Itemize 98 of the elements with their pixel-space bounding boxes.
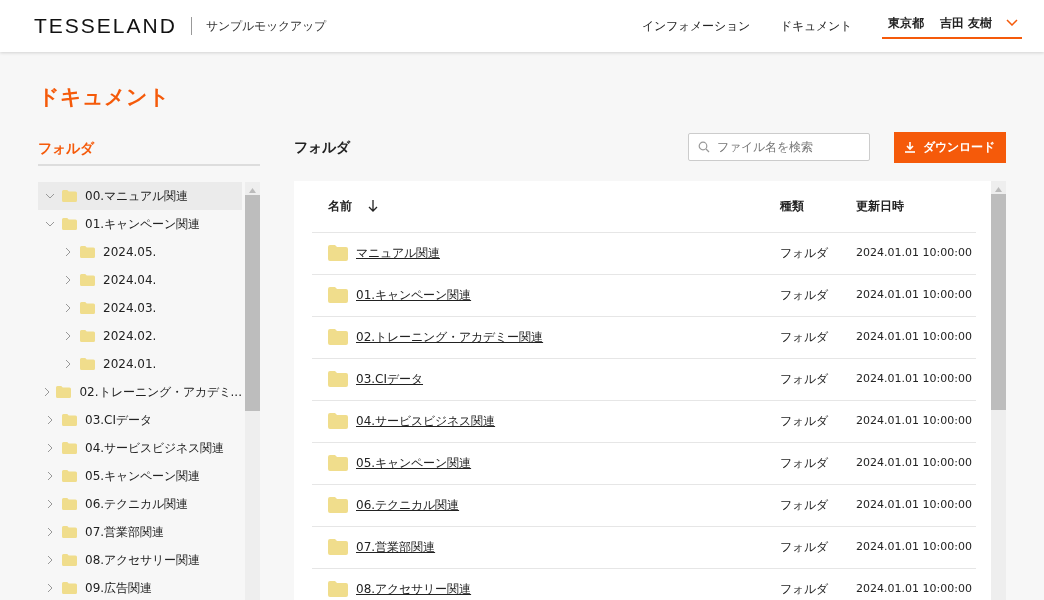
folder-icon xyxy=(328,539,348,555)
table-cell-text: 2024.01.01 10:00:00 xyxy=(856,580,973,597)
table-cell-text: フォルダ xyxy=(780,245,829,262)
folder-icon xyxy=(62,582,77,594)
chevron-right-icon[interactable] xyxy=(47,554,53,565)
tree-item[interactable]: 02.トレーニング・アカデミ... xyxy=(38,377,242,406)
folder-link[interactable]: マニュアル関連 xyxy=(356,244,440,262)
folder-icon xyxy=(62,442,77,454)
search-field[interactable]: ファイル名を検索 xyxy=(688,133,870,161)
table-cell-text: フォルダ xyxy=(780,371,829,388)
folder-icon xyxy=(80,274,95,286)
table-cell-text: フォルダ xyxy=(780,539,829,556)
tree-item[interactable]: 2024.03. xyxy=(38,293,242,322)
table-cell-text: フォルダ xyxy=(780,497,829,514)
table-cell-text: 2024.01.01 10:00:00 xyxy=(856,286,973,303)
tree-item[interactable]: 2024.01. xyxy=(38,349,242,378)
table-cell-text: フォルダ xyxy=(780,329,829,346)
chevron-right-icon[interactable] xyxy=(47,582,53,593)
folder-icon xyxy=(328,581,348,597)
folder-icon xyxy=(62,526,77,538)
site-subtitle: サンプルモックアップ xyxy=(190,17,326,35)
content-title: フォルダ xyxy=(294,137,350,157)
folder-icon xyxy=(328,287,348,303)
column-header[interactable]: 名前 xyxy=(328,197,352,215)
table-cell-text: フォルダ xyxy=(780,581,829,598)
chevron-right-icon[interactable] xyxy=(47,526,53,537)
logo[interactable]: TESSELAND xyxy=(34,10,177,42)
page-title: ドキュメント xyxy=(38,84,171,111)
folder-icon xyxy=(328,413,348,429)
chevron-right-icon[interactable] xyxy=(44,386,51,397)
folder-icon xyxy=(328,497,348,513)
chevron-right-icon[interactable] xyxy=(47,498,53,509)
table-cell-text: フォルダ xyxy=(780,455,829,472)
folder-icon xyxy=(328,245,348,261)
tree-item[interactable]: 05.キャンペーン関連 xyxy=(38,461,242,490)
table-cell-text: 2024.01.01 10:00:00 xyxy=(856,244,973,261)
download-icon xyxy=(905,141,915,153)
folder-link[interactable]: 06.テクニカル関連 xyxy=(356,496,460,514)
chevron-down-icon xyxy=(1006,19,1018,26)
folder-icon xyxy=(80,302,95,314)
sidebar-title: フォルダ xyxy=(38,131,260,166)
table-cell-text: フォルダ xyxy=(780,287,829,304)
folder-icon xyxy=(56,386,72,398)
chevron-right-icon[interactable] xyxy=(65,246,71,257)
chevron-right-icon[interactable] xyxy=(47,414,53,425)
sort-arrow-icon[interactable] xyxy=(368,200,378,212)
folder-icon xyxy=(80,358,95,370)
user-menu[interactable]: 東京都 吉田 友樹 xyxy=(881,13,1022,39)
folder-link[interactable]: 05.キャンペーン関連 xyxy=(356,454,472,472)
folder-icon xyxy=(328,371,348,387)
folder-icon xyxy=(80,246,95,258)
nav-link[interactable]: インフォメーション xyxy=(641,17,750,35)
column-header[interactable]: 種類 xyxy=(780,197,856,215)
tree-item[interactable]: 09.広告関連 xyxy=(38,573,242,600)
folder-icon xyxy=(62,414,77,426)
tree-item[interactable]: 08.アクセサリー関連 xyxy=(38,545,242,574)
nav-link[interactable]: ドキュメント xyxy=(779,17,852,35)
tree-item[interactable]: 03.CIデータ xyxy=(38,405,242,434)
chevron-right-icon[interactable] xyxy=(65,330,71,341)
chevron-right-icon[interactable] xyxy=(65,358,71,369)
tree-item[interactable]: 06.テクニカル関連 xyxy=(38,489,242,518)
folder-icon xyxy=(328,329,348,345)
folder-icon xyxy=(328,455,348,471)
tree-item[interactable]: 2024.02. xyxy=(38,321,242,350)
tree-item[interactable]: 2024.04. xyxy=(38,265,242,294)
folder-link[interactable]: 02.トレーニング・アカデミー関連 xyxy=(356,328,544,346)
column-header[interactable]: 更新日時 xyxy=(856,197,976,215)
chevron-right-icon[interactable] xyxy=(65,274,71,285)
table-cell-text: 2024.01.01 10:00:00 xyxy=(856,454,973,471)
chevron-down-icon[interactable] xyxy=(45,220,55,227)
table-cell-text: 2024.01.01 10:00:00 xyxy=(856,538,973,555)
chevron-down-icon[interactable] xyxy=(45,192,55,199)
table-cell-text: 2024.01.01 10:00:00 xyxy=(856,496,973,513)
tree-item[interactable]: 04.サービスビジネス関連 xyxy=(38,433,242,462)
folder-icon xyxy=(62,554,77,566)
tree-item[interactable]: 2024.05. xyxy=(38,237,242,266)
folder-icon xyxy=(62,470,77,482)
folder-link[interactable]: 08.アクセサリー関連 xyxy=(356,580,472,598)
folder-icon xyxy=(62,218,77,230)
tree-item[interactable]: 01.キャンペーン関連 xyxy=(38,209,242,238)
table-cell-text: 2024.01.01 10:00:00 xyxy=(856,370,973,387)
chevron-right-icon[interactable] xyxy=(47,442,53,453)
folder-link[interactable]: 07.営業部関連 xyxy=(356,538,436,556)
table-cell-text: フォルダ xyxy=(780,413,829,430)
folder-link[interactable]: 01.キャンペーン関連 xyxy=(356,286,472,304)
scrollbar[interactable] xyxy=(991,180,1006,600)
scrollbar[interactable] xyxy=(245,181,260,600)
tree-item[interactable]: 07.営業部関連 xyxy=(38,517,242,546)
chevron-right-icon[interactable] xyxy=(65,302,71,313)
table-cell-text: 2024.01.01 10:00:00 xyxy=(856,412,973,429)
folder-icon xyxy=(80,330,95,342)
folder-link[interactable]: 04.サービスビジネス関連 xyxy=(356,412,496,430)
chevron-right-icon[interactable] xyxy=(47,470,53,481)
tree-item[interactable]: 00.マニュアル関連 xyxy=(38,181,242,210)
folder-icon xyxy=(62,190,77,202)
table-cell-text: 2024.01.01 10:00:00 xyxy=(856,328,973,345)
folder-icon xyxy=(62,498,77,510)
folder-link[interactable]: 03.CIデータ xyxy=(356,370,423,388)
